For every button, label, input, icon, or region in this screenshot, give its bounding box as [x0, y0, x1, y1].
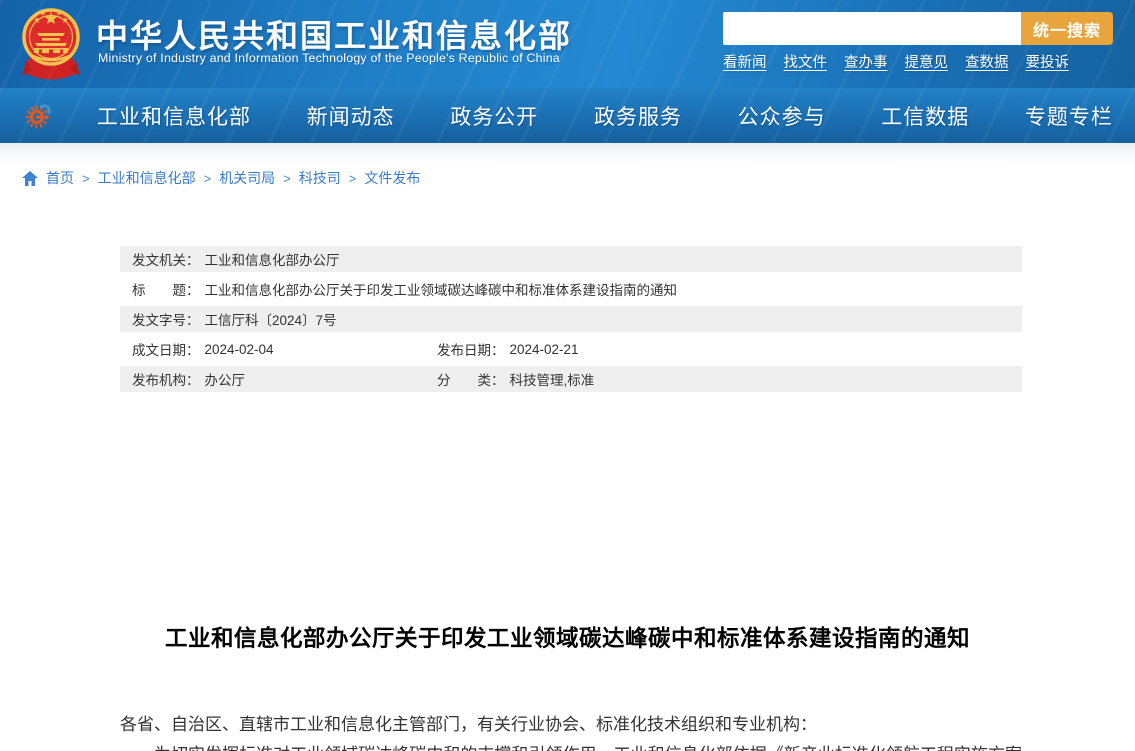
meta-label: 发布日期：: [437, 339, 505, 359]
meta-value: 办公厅: [205, 369, 246, 389]
nav-item-news[interactable]: 新闻动态: [307, 101, 395, 131]
meta-row-document-number: 发文字号： 工信厅科〔2024〕7号: [120, 306, 1022, 332]
search-input[interactable]: [723, 12, 1021, 45]
meta-value: 工信厅科〔2024〕7号: [205, 309, 337, 329]
breadcrumb-miit[interactable]: 工业和信息化部: [98, 168, 196, 188]
meta-label: 发文字号：: [132, 309, 200, 329]
page-content: 首页 > 工业和信息化部 > 机关司局 > 科技司 > 文件发布 发文机关： 工…: [0, 143, 1135, 751]
site-header: 中华人民共和国工业和信息化部 Ministry of Industry and …: [0, 0, 1135, 88]
meta-label: 发布机构：: [132, 369, 200, 389]
meta-value: 2024-02-21: [510, 342, 579, 357]
breadcrumb-separator: >: [283, 171, 291, 186]
meta-label: 成文日期：: [132, 339, 200, 359]
meta-value: 科技管理,标准: [510, 369, 595, 389]
document-paragraph: 各省、自治区、直辖市工业和信息化主管部门，有关行业协会、标准化技术组织和专业机构…: [120, 710, 1022, 740]
meta-label: 标 题：: [132, 279, 200, 299]
breadcrumb-separator: >: [349, 171, 357, 186]
meta-value: 工业和信息化部办公厅: [205, 249, 340, 269]
meta-label: 发文机关：: [132, 249, 200, 269]
quick-link-data[interactable]: 查数据: [965, 51, 1009, 72]
nav-item-gov-disclosure[interactable]: 政务公开: [450, 101, 538, 131]
header-quick-links: 看新闻 找文件 查办事 提意见 查数据 要投诉: [723, 51, 1069, 72]
meta-row-title: 标 题： 工业和信息化部办公厅关于印发工业领域碳达峰碳中和标准体系建设指南的通知: [120, 276, 1022, 302]
search-box: 统一搜索: [723, 12, 1113, 45]
quick-link-news[interactable]: 看新闻: [723, 51, 767, 72]
nav-item-miit[interactable]: 工业和信息化部: [97, 101, 251, 131]
nav-items: 工业和信息化部 新闻动态 政务公开 政务服务 公众参与 工信数据 专题专栏: [97, 88, 1113, 143]
site-logo-link[interactable]: [22, 4, 80, 85]
meta-row-issuing-agency: 发文机关： 工业和信息化部办公厅: [120, 246, 1022, 272]
nav-item-miit-data[interactable]: 工信数据: [881, 101, 969, 131]
quick-link-complaints[interactable]: 要投诉: [1026, 51, 1070, 72]
main-nav: 工业和信息化部 新闻动态 政务公开 政务服务 公众参与 工信数据 专题专栏: [0, 88, 1135, 143]
breadcrumb-science-tech-dept[interactable]: 科技司: [299, 168, 341, 188]
search-button[interactable]: 统一搜索: [1021, 12, 1113, 45]
document-meta-table: 发文机关： 工业和信息化部办公厅 标 题： 工业和信息化部办公厅关于印发工业领域…: [120, 246, 1022, 396]
document-title: 工业和信息化部办公厅关于印发工业领域碳达峰碳中和标准体系建设指南的通知: [0, 624, 1135, 654]
meta-row-publisher-category: 发布机构： 办公厅 分 类： 科技管理,标准: [120, 366, 1022, 392]
meta-row-dates: 成文日期： 2024-02-04 发布日期： 2024-02-21: [120, 336, 1022, 362]
nav-item-gov-services[interactable]: 政务服务: [594, 101, 682, 131]
meta-value: 工业和信息化部办公厅关于印发工业领域碳达峰碳中和标准体系建设指南的通知: [205, 279, 678, 299]
document-body: 各省、自治区、直辖市工业和信息化主管部门，有关行业协会、标准化技术组织和专业机构…: [120, 710, 1022, 751]
national-emblem-icon: [22, 4, 80, 85]
breadcrumb-departments[interactable]: 机关司局: [219, 168, 275, 188]
meta-label: 分 类：: [437, 369, 505, 389]
breadcrumb: 首页 > 工业和信息化部 > 机关司局 > 科技司 > 文件发布: [0, 143, 1135, 188]
home-icon[interactable]: [22, 171, 38, 186]
nav-item-special-topics[interactable]: 专题专栏: [1025, 101, 1113, 131]
breadcrumb-separator: >: [82, 171, 90, 186]
miit-logo-icon: [23, 101, 53, 136]
nav-item-public-participation[interactable]: 公众参与: [738, 101, 826, 131]
site-subtitle: Ministry of Industry and Information Tec…: [98, 51, 560, 65]
breadcrumb-document-release[interactable]: 文件发布: [364, 168, 420, 188]
breadcrumb-home[interactable]: 首页: [46, 168, 74, 188]
quick-link-suggestions[interactable]: 提意见: [905, 51, 949, 72]
quick-link-services[interactable]: 查办事: [844, 51, 888, 72]
breadcrumb-separator: >: [204, 171, 212, 186]
document-paragraph: 为切实发挥标准对工业领域碳达峰碳中和的支撑和引领作用，工业和信息化部依据《新产业…: [120, 740, 1022, 751]
meta-value: 2024-02-04: [205, 342, 274, 357]
quick-link-documents[interactable]: 找文件: [784, 51, 828, 72]
